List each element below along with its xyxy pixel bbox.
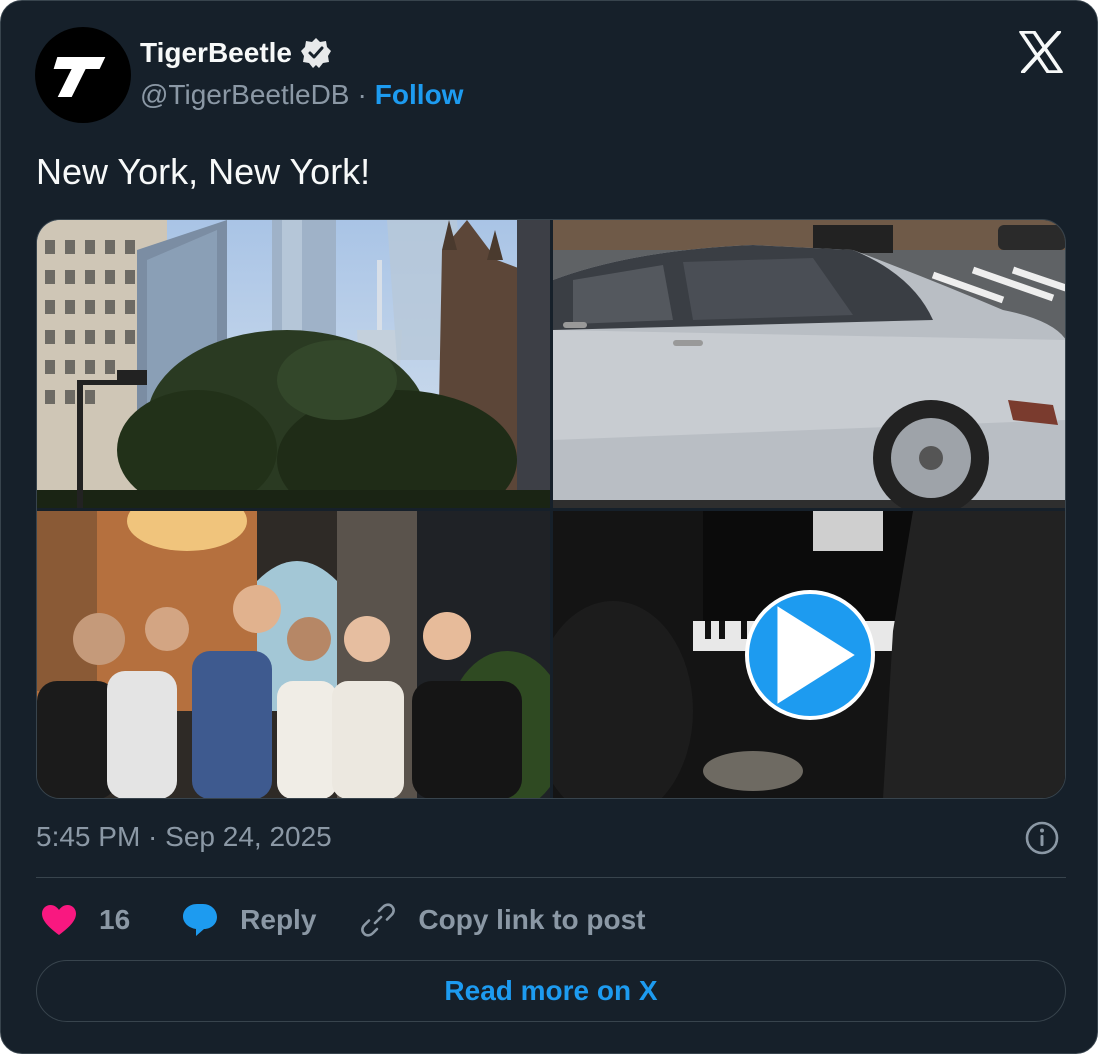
like-button[interactable]: 16 bbox=[41, 904, 130, 936]
verified-badge-icon bbox=[301, 38, 331, 68]
reply-bubble-icon bbox=[183, 904, 218, 936]
avatar[interactable] bbox=[35, 27, 131, 123]
tweet-timestamp[interactable]: 5:45 PM · Sep 24, 2025 bbox=[36, 821, 332, 853]
follow-button[interactable]: Follow bbox=[375, 79, 464, 111]
info-icon[interactable] bbox=[1025, 821, 1059, 855]
copy-link-button[interactable]: Copy link to post bbox=[360, 902, 646, 938]
x-logo-icon[interactable] bbox=[1019, 31, 1063, 73]
tigerbeetle-logo-icon bbox=[53, 57, 106, 97]
like-count: 16 bbox=[99, 904, 131, 935]
reply-label: Reply bbox=[240, 904, 317, 935]
city-buildings-photo[interactable] bbox=[37, 220, 550, 508]
author-handle[interactable]: @TigerBeetleDB bbox=[140, 79, 349, 111]
group-photo[interactable] bbox=[37, 511, 550, 798]
tweet-embed-card: TigerBeetle @TigerBeetleDB · Follow New … bbox=[0, 0, 1098, 1054]
copy-link-label: Copy link to post bbox=[418, 904, 646, 935]
tweet-text: New York, New York! bbox=[36, 151, 371, 192]
silver-car-photo[interactable] bbox=[553, 220, 1065, 508]
divider bbox=[36, 877, 1066, 878]
heart-icon bbox=[42, 905, 76, 935]
play-icon bbox=[776, 606, 855, 704]
play-button[interactable] bbox=[744, 590, 875, 720]
reply-button[interactable]: Reply bbox=[182, 902, 316, 938]
media-grid bbox=[36, 219, 1066, 799]
piano-video[interactable] bbox=[553, 511, 1065, 798]
author-name[interactable]: TigerBeetle bbox=[140, 37, 292, 69]
action-bar: 16 Reply Copy link to post bbox=[41, 897, 646, 943]
separator-dot: · bbox=[357, 79, 367, 110]
read-more-button[interactable]: Read more on X bbox=[36, 960, 1066, 1022]
link-icon bbox=[361, 903, 396, 937]
